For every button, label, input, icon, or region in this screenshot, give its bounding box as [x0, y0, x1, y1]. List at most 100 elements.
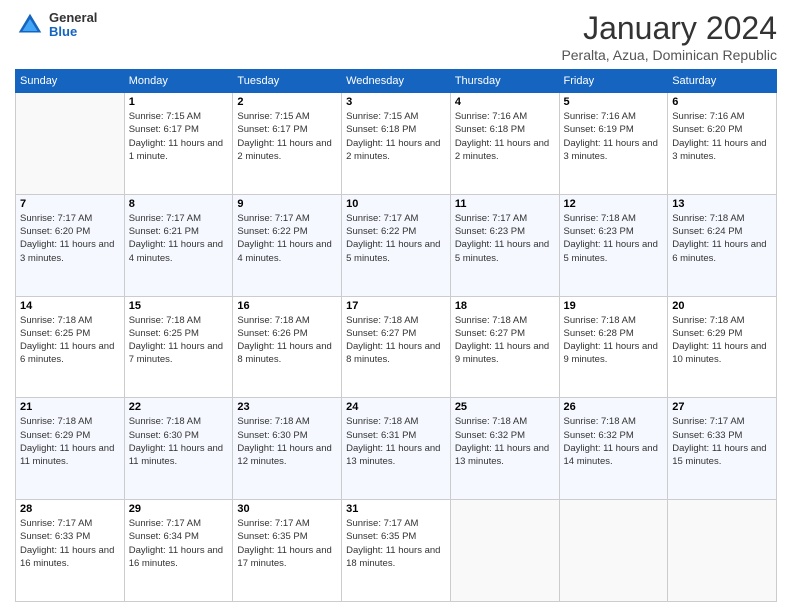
logo-general: General	[49, 11, 97, 25]
calendar-cell	[668, 500, 777, 602]
cell-info: Sunrise: 7:18 AMSunset: 6:27 PMDaylight:…	[346, 314, 446, 367]
calendar-cell: 18Sunrise: 7:18 AMSunset: 6:27 PMDayligh…	[450, 296, 559, 398]
cell-day-number: 21	[20, 401, 120, 413]
cell-day-number: 20	[672, 300, 772, 312]
calendar-cell: 17 Sunrise: 7:18 AMSunset: 6:27 PMDayligh…	[342, 296, 451, 398]
week-row-4: 21 Sunrise: 7:18 AMSunset: 6:29 PMDayligh…	[16, 398, 777, 500]
cell-info: Sunrise: 7:18 AMSunset: 6:25 PMDaylight:…	[20, 314, 120, 367]
calendar-cell: 11 Sunrise: 7:17 AMSunset: 6:23 PMDayligh…	[450, 194, 559, 296]
cell-info: Sunrise: 7:16 AMSunset: 6:20 PMDaylight:…	[672, 110, 772, 163]
cell-day-number: 24	[346, 401, 446, 413]
cell-info: Sunrise: 7:18 AMSunset: 6:25 PMDaylight:…	[129, 314, 229, 367]
weekday-header-tuesday: Tuesday	[233, 70, 342, 93]
calendar-cell: 7 Sunrise: 7:17 AMSunset: 6:20 PMDaylight…	[16, 194, 125, 296]
calendar-cell: 24 Sunrise: 7:18 AMSunset: 6:31 PMDayligh…	[342, 398, 451, 500]
cell-info: Sunrise: 7:18 AMSunset: 6:26 PMDaylight:…	[237, 314, 337, 367]
cell-info: Sunrise: 7:17 AMSunset: 6:23 PMDaylight:…	[455, 212, 555, 265]
cell-day-number: 16	[237, 300, 337, 312]
calendar-cell: 13 Sunrise: 7:18 AMSunset: 6:24 PMDayligh…	[668, 194, 777, 296]
cell-info: Sunrise: 7:18 AMSunset: 6:29 PMDaylight:…	[672, 314, 772, 367]
title-block: January 2024 Peralta, Azua, Dominican Re…	[561, 10, 777, 63]
calendar-cell: 10Sunrise: 7:17 AMSunset: 6:22 PMDayligh…	[342, 194, 451, 296]
week-row-2: 7 Sunrise: 7:17 AMSunset: 6:20 PMDaylight…	[16, 194, 777, 296]
cell-info: Sunrise: 7:17 AMSunset: 6:35 PMDaylight:…	[237, 517, 337, 570]
cell-day-number: 27	[672, 401, 772, 413]
calendar-cell: 6 Sunrise: 7:16 AMSunset: 6:20 PMDaylight…	[668, 93, 777, 195]
calendar-cell: 23Sunrise: 7:18 AMSunset: 6:30 PMDayligh…	[233, 398, 342, 500]
calendar-cell: 29Sunrise: 7:17 AMSunset: 6:34 PMDayligh…	[124, 500, 233, 602]
header: General Blue January 2024 Peralta, Azua,…	[15, 10, 777, 63]
calendar-cell: 26 Sunrise: 7:18 AMSunset: 6:32 PMDayligh…	[559, 398, 668, 500]
weekday-header-saturday: Saturday	[668, 70, 777, 93]
cell-day-number: 30	[237, 503, 337, 515]
calendar-cell: 15 Sunrise: 7:18 AMSunset: 6:25 PMDayligh…	[124, 296, 233, 398]
weekday-header-friday: Friday	[559, 70, 668, 93]
calendar-cell: 8Sunrise: 7:17 AMSunset: 6:21 PMDaylight…	[124, 194, 233, 296]
calendar-cell: 14 Sunrise: 7:18 AMSunset: 6:25 PMDayligh…	[16, 296, 125, 398]
calendar-cell	[450, 500, 559, 602]
cell-info: Sunrise: 7:17 AMSunset: 6:35 PMDaylight:…	[346, 517, 446, 570]
cell-day-number: 31	[346, 503, 446, 515]
cell-info: Sunrise: 7:17 AMSunset: 6:34 PMDaylight:…	[129, 517, 229, 570]
cell-info: Sunrise: 7:17 AMSunset: 6:33 PMDaylight:…	[672, 415, 772, 468]
cell-day-number: 22	[129, 401, 229, 413]
cell-info: Sunrise: 7:17 AMSunset: 6:33 PMDaylight:…	[20, 517, 120, 570]
cell-info: Sunrise: 7:16 AMSunset: 6:19 PMDaylight:…	[564, 110, 664, 163]
cell-day-number: 3	[346, 96, 446, 108]
cell-day-number: 14	[20, 300, 120, 312]
cell-day-number: 4	[455, 96, 555, 108]
calendar-cell: 5 Sunrise: 7:16 AMSunset: 6:19 PMDaylight…	[559, 93, 668, 195]
logo-icon	[15, 10, 45, 40]
calendar-cell	[559, 500, 668, 602]
cell-info: Sunrise: 7:17 AMSunset: 6:21 PMDaylight:…	[129, 212, 229, 265]
cell-day-number: 17	[346, 300, 446, 312]
cell-day-number: 19	[564, 300, 664, 312]
cell-day-number: 7	[20, 198, 120, 210]
calendar-cell: 27 Sunrise: 7:17 AMSunset: 6:33 PMDayligh…	[668, 398, 777, 500]
logo: General Blue	[15, 10, 97, 40]
logo-text: General Blue	[49, 11, 97, 40]
calendar-cell: 19 Sunrise: 7:18 AMSunset: 6:28 PMDayligh…	[559, 296, 668, 398]
cell-day-number: 1	[129, 96, 229, 108]
cell-info: Sunrise: 7:16 AMSunset: 6:18 PMDaylight:…	[455, 110, 555, 163]
cell-info: Sunrise: 7:18 AMSunset: 6:32 PMDaylight:…	[564, 415, 664, 468]
cell-day-number: 15	[129, 300, 229, 312]
weekday-header-wednesday: Wednesday	[342, 70, 451, 93]
cell-info: Sunrise: 7:18 AMSunset: 6:29 PMDaylight:…	[20, 415, 120, 468]
weekday-header-sunday: Sunday	[16, 70, 125, 93]
cell-info: Sunrise: 7:18 AMSunset: 6:23 PMDaylight:…	[564, 212, 664, 265]
cell-day-number: 13	[672, 198, 772, 210]
calendar-cell: 25Sunrise: 7:18 AMSunset: 6:32 PMDayligh…	[450, 398, 559, 500]
calendar-cell: 4 Sunrise: 7:16 AMSunset: 6:18 PMDaylight…	[450, 93, 559, 195]
cell-info: Sunrise: 7:17 AMSunset: 6:22 PMDaylight:…	[346, 212, 446, 265]
cell-info: Sunrise: 7:18 AMSunset: 6:28 PMDaylight:…	[564, 314, 664, 367]
week-row-1: 1Sunrise: 7:15 AMSunset: 6:17 PMDaylight…	[16, 93, 777, 195]
calendar-cell: 20 Sunrise: 7:18 AMSunset: 6:29 PMDayligh…	[668, 296, 777, 398]
weekday-header-thursday: Thursday	[450, 70, 559, 93]
cell-info: Sunrise: 7:18 AMSunset: 6:30 PMDaylight:…	[237, 415, 337, 468]
cell-info: Sunrise: 7:15 AMSunset: 6:18 PMDaylight:…	[346, 110, 446, 163]
calendar-cell	[16, 93, 125, 195]
cell-day-number: 28	[20, 503, 120, 515]
cell-day-number: 26	[564, 401, 664, 413]
cell-info: Sunrise: 7:17 AMSunset: 6:22 PMDaylight:…	[237, 212, 337, 265]
calendar-cell: 30 Sunrise: 7:17 AMSunset: 6:35 PMDayligh…	[233, 500, 342, 602]
week-row-5: 28 Sunrise: 7:17 AMSunset: 6:33 PMDayligh…	[16, 500, 777, 602]
cell-day-number: 5	[564, 96, 664, 108]
cell-day-number: 11	[455, 198, 555, 210]
calendar-cell: 28 Sunrise: 7:17 AMSunset: 6:33 PMDayligh…	[16, 500, 125, 602]
cell-info: Sunrise: 7:18 AMSunset: 6:30 PMDaylight:…	[129, 415, 229, 468]
cell-info: Sunrise: 7:18 AMSunset: 6:32 PMDaylight:…	[455, 415, 555, 468]
cell-info: Sunrise: 7:18 AMSunset: 6:31 PMDaylight:…	[346, 415, 446, 468]
calendar-cell: 9 Sunrise: 7:17 AMSunset: 6:22 PMDaylight…	[233, 194, 342, 296]
month-title: January 2024	[561, 10, 777, 47]
calendar-cell: 2Sunrise: 7:15 AMSunset: 6:17 PMDaylight…	[233, 93, 342, 195]
week-row-3: 14 Sunrise: 7:18 AMSunset: 6:25 PMDayligh…	[16, 296, 777, 398]
cell-info: Sunrise: 7:17 AMSunset: 6:20 PMDaylight:…	[20, 212, 120, 265]
cell-info: Sunrise: 7:18 AMSunset: 6:24 PMDaylight:…	[672, 212, 772, 265]
cell-day-number: 12	[564, 198, 664, 210]
cell-day-number: 6	[672, 96, 772, 108]
cell-info: Sunrise: 7:18 AMSunset: 6:27 PMDaylight:…	[455, 314, 555, 367]
weekday-header-monday: Monday	[124, 70, 233, 93]
cell-day-number: 9	[237, 198, 337, 210]
